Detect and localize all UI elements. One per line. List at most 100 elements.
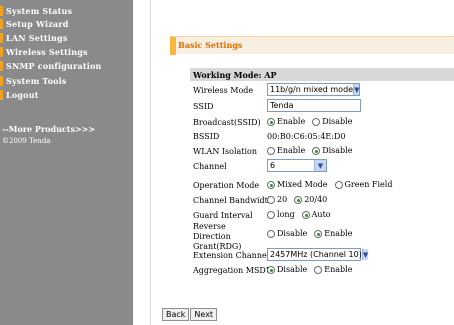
- aggregation-msdu-enable-option[interactable]: Enable: [314, 265, 352, 274]
- bandwidth-2040-option[interactable]: 20/40: [294, 195, 327, 204]
- page-title: Basic Settings: [178, 40, 243, 50]
- nav-marker: [0, 6, 3, 16]
- sidebar-item-label: System Tools: [6, 76, 67, 86]
- nav-marker: [0, 61, 3, 71]
- guard-interval-long-option[interactable]: long: [267, 210, 295, 219]
- broadcast-disable-option[interactable]: Disable: [312, 117, 352, 126]
- wlan-isolation-disable-radio[interactable]: [312, 146, 321, 155]
- nav-marker: [0, 19, 3, 29]
- sidebar: System Status Setup Wizard LAN Settings …: [0, 0, 133, 325]
- wlan-isolation-enable-option[interactable]: Enable: [267, 146, 305, 155]
- channel-label: Channel: [193, 162, 227, 171]
- channel-bandwidth-label: Channel Bandwidth: [193, 196, 273, 205]
- ssid-label: SSID: [193, 102, 214, 111]
- channel-value: 6: [270, 161, 276, 170]
- operation-mode-mixed-radio[interactable]: [267, 180, 275, 189]
- operation-mode-greenfield-radio[interactable]: [334, 180, 343, 189]
- sidebar-item-wireless-settings[interactable]: Wireless Settings: [0, 47, 88, 57]
- rdg-disable-option[interactable]: Disable: [267, 229, 307, 238]
- sidebar-item-label: SNMP configuration: [6, 61, 102, 71]
- channel-row: 6 ▼: [267, 159, 327, 172]
- operation-mode-mixed-option[interactable]: Mixed Mode: [267, 180, 328, 189]
- aggregation-msdu-disable-option[interactable]: Disable: [267, 265, 307, 274]
- wireless-mode-value: 11b/g/n mixed mode: [270, 85, 354, 94]
- ssid-row: Tenda: [267, 99, 361, 112]
- broadcast-disable-radio[interactable]: [312, 117, 321, 126]
- sidebar-item-label: Wireless Settings: [6, 47, 88, 57]
- wlan-isolation-enable-label: Enable: [277, 146, 306, 155]
- aggregation-msdu-label: Aggregation MSDU: [193, 266, 273, 275]
- sidebar-item-label: Setup Wizard: [6, 19, 69, 29]
- next-button[interactable]: Next: [190, 308, 218, 321]
- copyright-text: ©2009 Tenda: [2, 137, 51, 145]
- aggregation-msdu-row: Disable Enable: [267, 265, 356, 274]
- broadcast-enable-label: Enable: [277, 117, 306, 126]
- sidebar-item-system-status[interactable]: System Status: [0, 6, 72, 16]
- operation-mode-label: Operation Mode: [193, 181, 260, 190]
- guard-interval-long-radio[interactable]: [267, 210, 275, 219]
- rdg-enable-option[interactable]: Enable: [314, 229, 352, 238]
- working-mode-label: Working Mode: AP: [193, 70, 277, 80]
- bandwidth-2040-radio[interactable]: [294, 195, 303, 204]
- aggregation-msdu-disable-radio[interactable]: [267, 265, 275, 274]
- broadcast-label: Broadcast(SSID): [193, 118, 261, 127]
- channel-bandwidth-row: 20 20/40: [267, 195, 331, 204]
- guard-interval-auto-label: Auto: [311, 210, 331, 219]
- bandwidth-20-radio[interactable]: [267, 195, 275, 204]
- sidebar-item-snmp-configuration[interactable]: SNMP configuration: [0, 61, 102, 71]
- wlan-isolation-label: WLAN Isolation: [193, 147, 258, 156]
- rdg-disable-label: Disable: [277, 229, 308, 238]
- more-products-link[interactable]: --More Products>>>: [2, 124, 95, 134]
- sidebar-item-system-tools[interactable]: System Tools: [0, 76, 67, 86]
- aggregation-msdu-enable-label: Enable: [324, 265, 353, 274]
- rdg-enable-label: Enable: [324, 229, 353, 238]
- rdg-enable-radio[interactable]: [314, 229, 323, 238]
- nav-marker: [0, 33, 3, 43]
- bandwidth-2040-label: 20/40: [304, 195, 328, 204]
- sidebar-item-label: LAN Settings: [6, 33, 68, 43]
- extension-channel-row: 2457MHz (Channel 10) ▼: [267, 248, 369, 261]
- guard-interval-label: Guard Interval: [193, 211, 253, 220]
- back-button[interactable]: Back: [162, 308, 190, 321]
- channel-select[interactable]: 6 ▼: [267, 159, 327, 172]
- operation-mode-greenfield-option[interactable]: Green Field: [334, 180, 393, 189]
- guard-interval-auto-option[interactable]: Auto: [301, 210, 331, 219]
- broadcast-row: Enable Disable: [267, 117, 356, 126]
- sidebar-item-setup-wizard[interactable]: Setup Wizard: [0, 19, 69, 29]
- wlan-isolation-row: Enable Disable: [267, 146, 356, 155]
- wlan-isolation-disable-label: Disable: [322, 146, 353, 155]
- aggregation-msdu-enable-radio[interactable]: [314, 265, 323, 274]
- navigation-buttons: Back Next: [162, 308, 218, 321]
- operation-mode-greenfield-label: Green Field: [344, 180, 393, 189]
- sidebar-item-lan-settings[interactable]: LAN Settings: [0, 33, 68, 43]
- bandwidth-20-option[interactable]: 20: [267, 195, 287, 204]
- chevron-down-icon[interactable]: ▼: [314, 160, 326, 171]
- aggregation-msdu-disable-label: Disable: [277, 265, 308, 274]
- guard-interval-long-label: long: [277, 210, 295, 219]
- guard-interval-auto-radio[interactable]: [301, 210, 310, 219]
- rdg-label: Reverse Direction Grant(RDG): [193, 222, 242, 251]
- wireless-mode-row: 11b/g/n mixed mode ▼: [267, 83, 360, 96]
- nav-marker: [0, 76, 3, 86]
- chevron-down-icon[interactable]: ▼: [361, 249, 369, 260]
- operation-mode-mixed-label: Mixed Mode: [277, 180, 328, 189]
- sidebar-item-label: Logout: [6, 90, 39, 100]
- wlan-isolation-disable-option[interactable]: Disable: [312, 146, 352, 155]
- extension-channel-value: 2457MHz (Channel 10): [270, 250, 362, 259]
- extension-channel-select[interactable]: 2457MHz (Channel 10) ▼: [267, 248, 369, 261]
- sidebar-item-logout[interactable]: Logout: [0, 90, 39, 100]
- broadcast-enable-radio[interactable]: [267, 117, 275, 126]
- bandwidth-20-label: 20: [277, 195, 288, 204]
- wireless-mode-label: Wireless Mode: [193, 86, 254, 95]
- rdg-row: Disable Enable: [267, 229, 356, 238]
- bssid-value: 00:B0:C6:05:4E:D0: [267, 132, 346, 141]
- rdg-disable-radio[interactable]: [267, 229, 275, 238]
- guard-interval-row: long Auto: [267, 210, 335, 219]
- section-header-accent: [170, 37, 176, 55]
- wlan-isolation-enable-radio[interactable]: [267, 146, 275, 155]
- ssid-input[interactable]: Tenda: [267, 99, 361, 112]
- operation-mode-row: Mixed Mode Green Field: [267, 180, 396, 189]
- chevron-down-icon[interactable]: ▼: [353, 84, 360, 95]
- broadcast-enable-option[interactable]: Enable: [267, 117, 305, 126]
- wireless-mode-select[interactable]: 11b/g/n mixed mode ▼: [267, 83, 360, 96]
